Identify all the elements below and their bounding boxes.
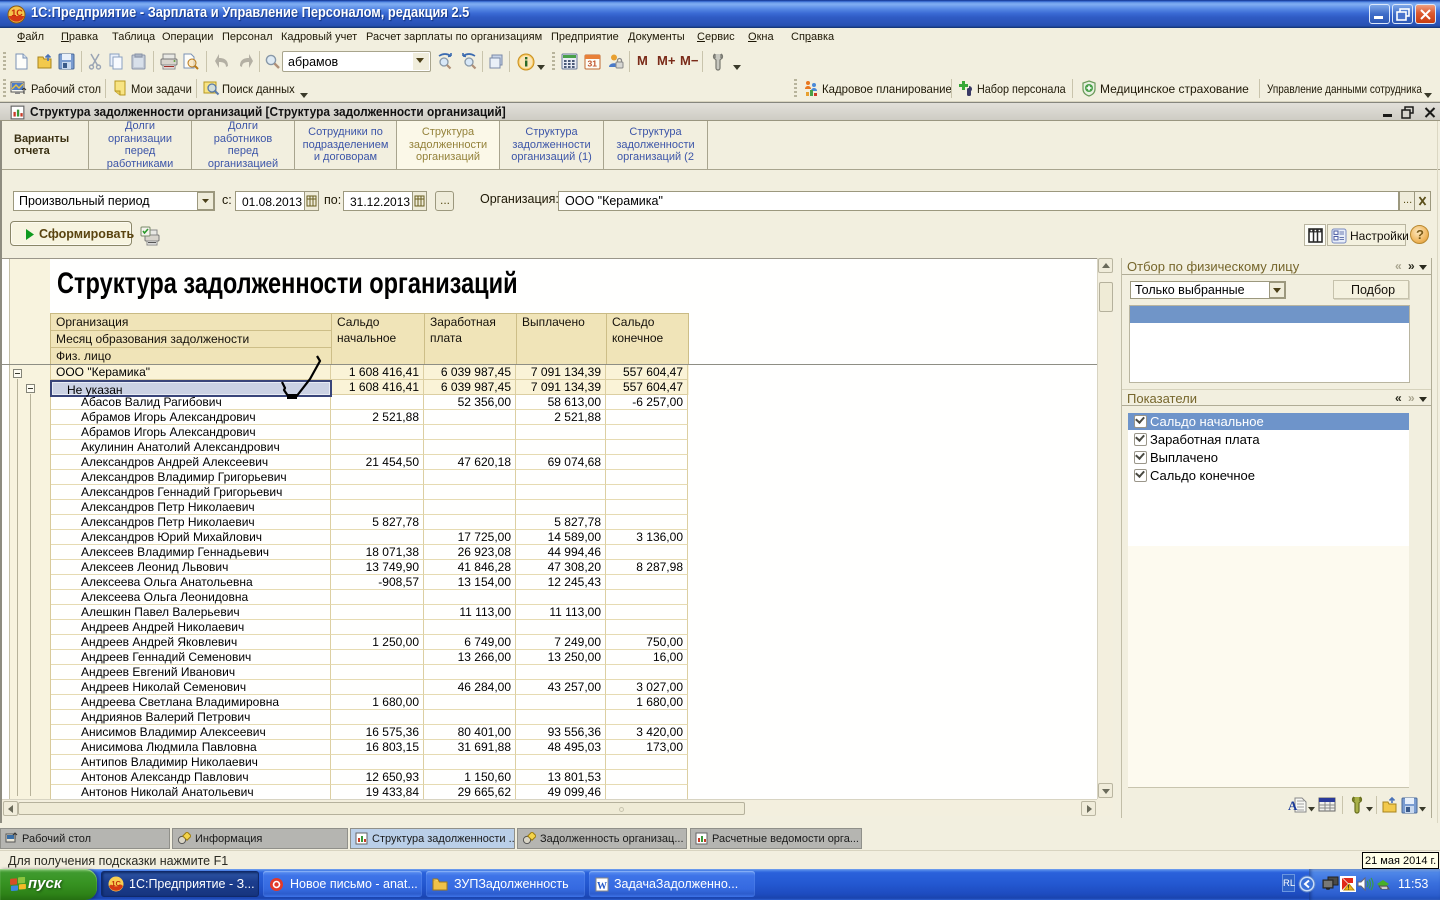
svg-text:31: 31 <box>588 59 598 69</box>
svg-text:1С: 1С <box>111 879 121 888</box>
svg-text:!: ! <box>1348 886 1350 892</box>
svg-text:A: A <box>1288 798 1298 813</box>
svg-text:W: W <box>597 881 607 892</box>
svg-text:1С: 1С <box>11 8 23 18</box>
